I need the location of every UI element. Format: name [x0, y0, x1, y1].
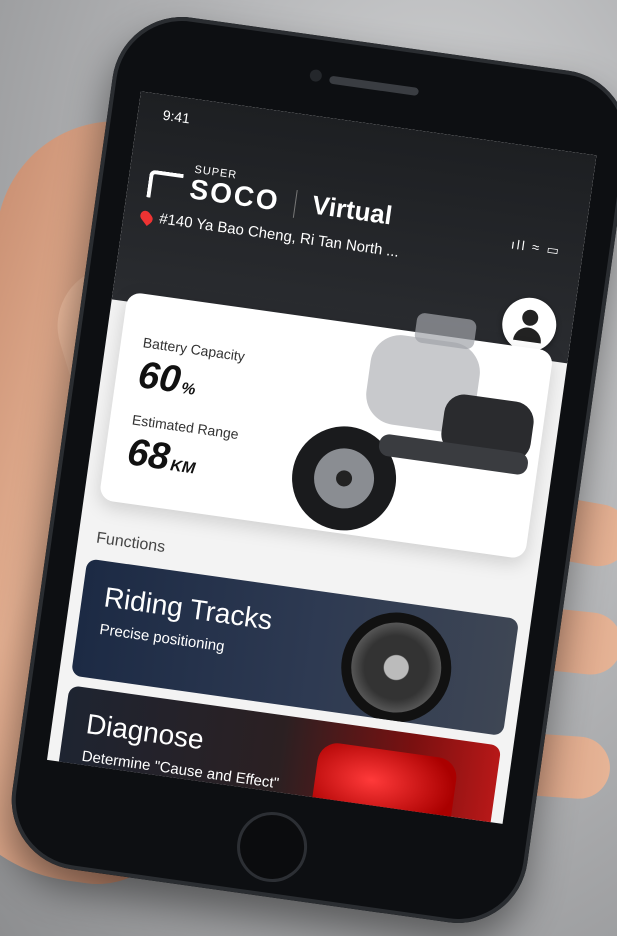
battery-value: 60% [135, 354, 199, 405]
battery-unit: % [180, 379, 197, 399]
front-camera [309, 68, 323, 83]
logo-divider [293, 190, 299, 218]
status-time: 9:41 [161, 106, 192, 127]
app-screen: 9:41 ıll ≈ ▭ SUPER SOCO Virtual #140 Ya … [47, 91, 597, 824]
status-icons: ıll ≈ ▭ [510, 236, 562, 259]
battery-number: 60 [135, 354, 184, 402]
home-button[interactable] [232, 807, 312, 887]
scooter-image [292, 313, 534, 531]
range-number: 68 [124, 431, 173, 479]
logo-mark-icon [146, 169, 184, 202]
earpiece [328, 75, 420, 96]
diagnose-title: Diagnose [84, 708, 206, 756]
mode-label: Virtual [310, 189, 395, 231]
scooter-part-image [309, 740, 459, 824]
range-value: 68KM [125, 431, 199, 483]
wheel-image [334, 605, 459, 730]
range-unit: KM [169, 457, 197, 478]
functions-heading: Functions [95, 529, 167, 557]
location-pin-icon [138, 208, 155, 226]
logo-text: SUPER SOCO [188, 164, 283, 217]
diagnose-subtitle: Determine "Cause and Effect" [80, 747, 280, 793]
